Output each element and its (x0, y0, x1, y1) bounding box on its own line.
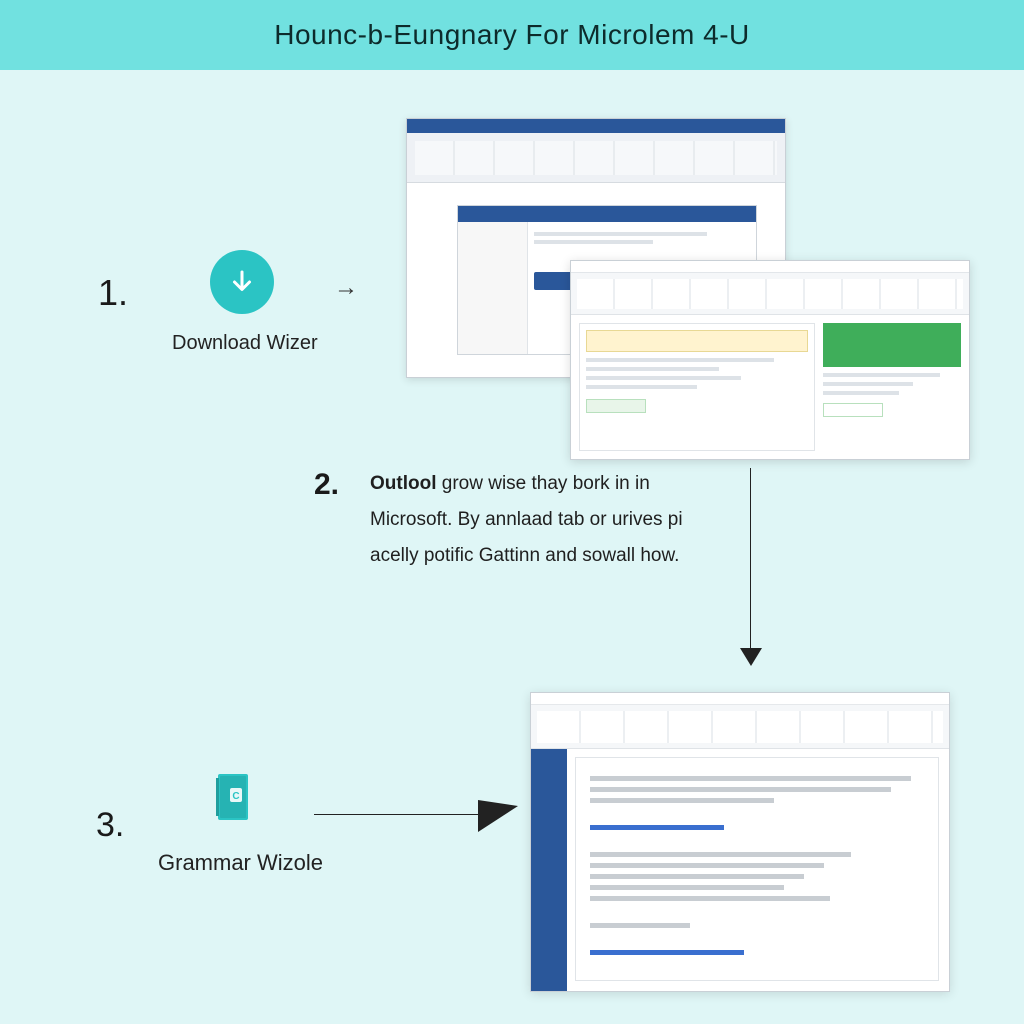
step-3-number: 3. (96, 806, 124, 845)
app-screenshot-word-3 (530, 692, 950, 992)
step-2-text: Outlool grow wise thay bork in in Micros… (370, 466, 700, 574)
download-icon (210, 250, 274, 314)
arrow-down-icon (740, 648, 762, 666)
step-3-label: Grammar Wizole (158, 850, 323, 876)
step-1-number: 1. (98, 272, 128, 314)
grammar-book-icon: C (210, 770, 260, 828)
arrow-right-icon: → (334, 274, 358, 302)
app-screenshot-word-2 (570, 260, 970, 460)
step-1-label: Download Wizer (172, 332, 318, 355)
svg-text:C: C (232, 791, 239, 802)
horizontal-arrow-line (314, 814, 484, 815)
step-2-bold: Outlool (370, 473, 436, 494)
page-content: 1. Download Wizer → (0, 70, 1024, 1024)
page-header: Hounc-b-Eungnary For Microlem 4-U (0, 0, 1024, 70)
arrow-right-head-icon (478, 800, 518, 832)
page-title: Hounc-b-Eungnary For Microlem 4-U (274, 19, 750, 51)
vertical-divider (750, 468, 751, 658)
step-2-number: 2. (314, 468, 339, 502)
